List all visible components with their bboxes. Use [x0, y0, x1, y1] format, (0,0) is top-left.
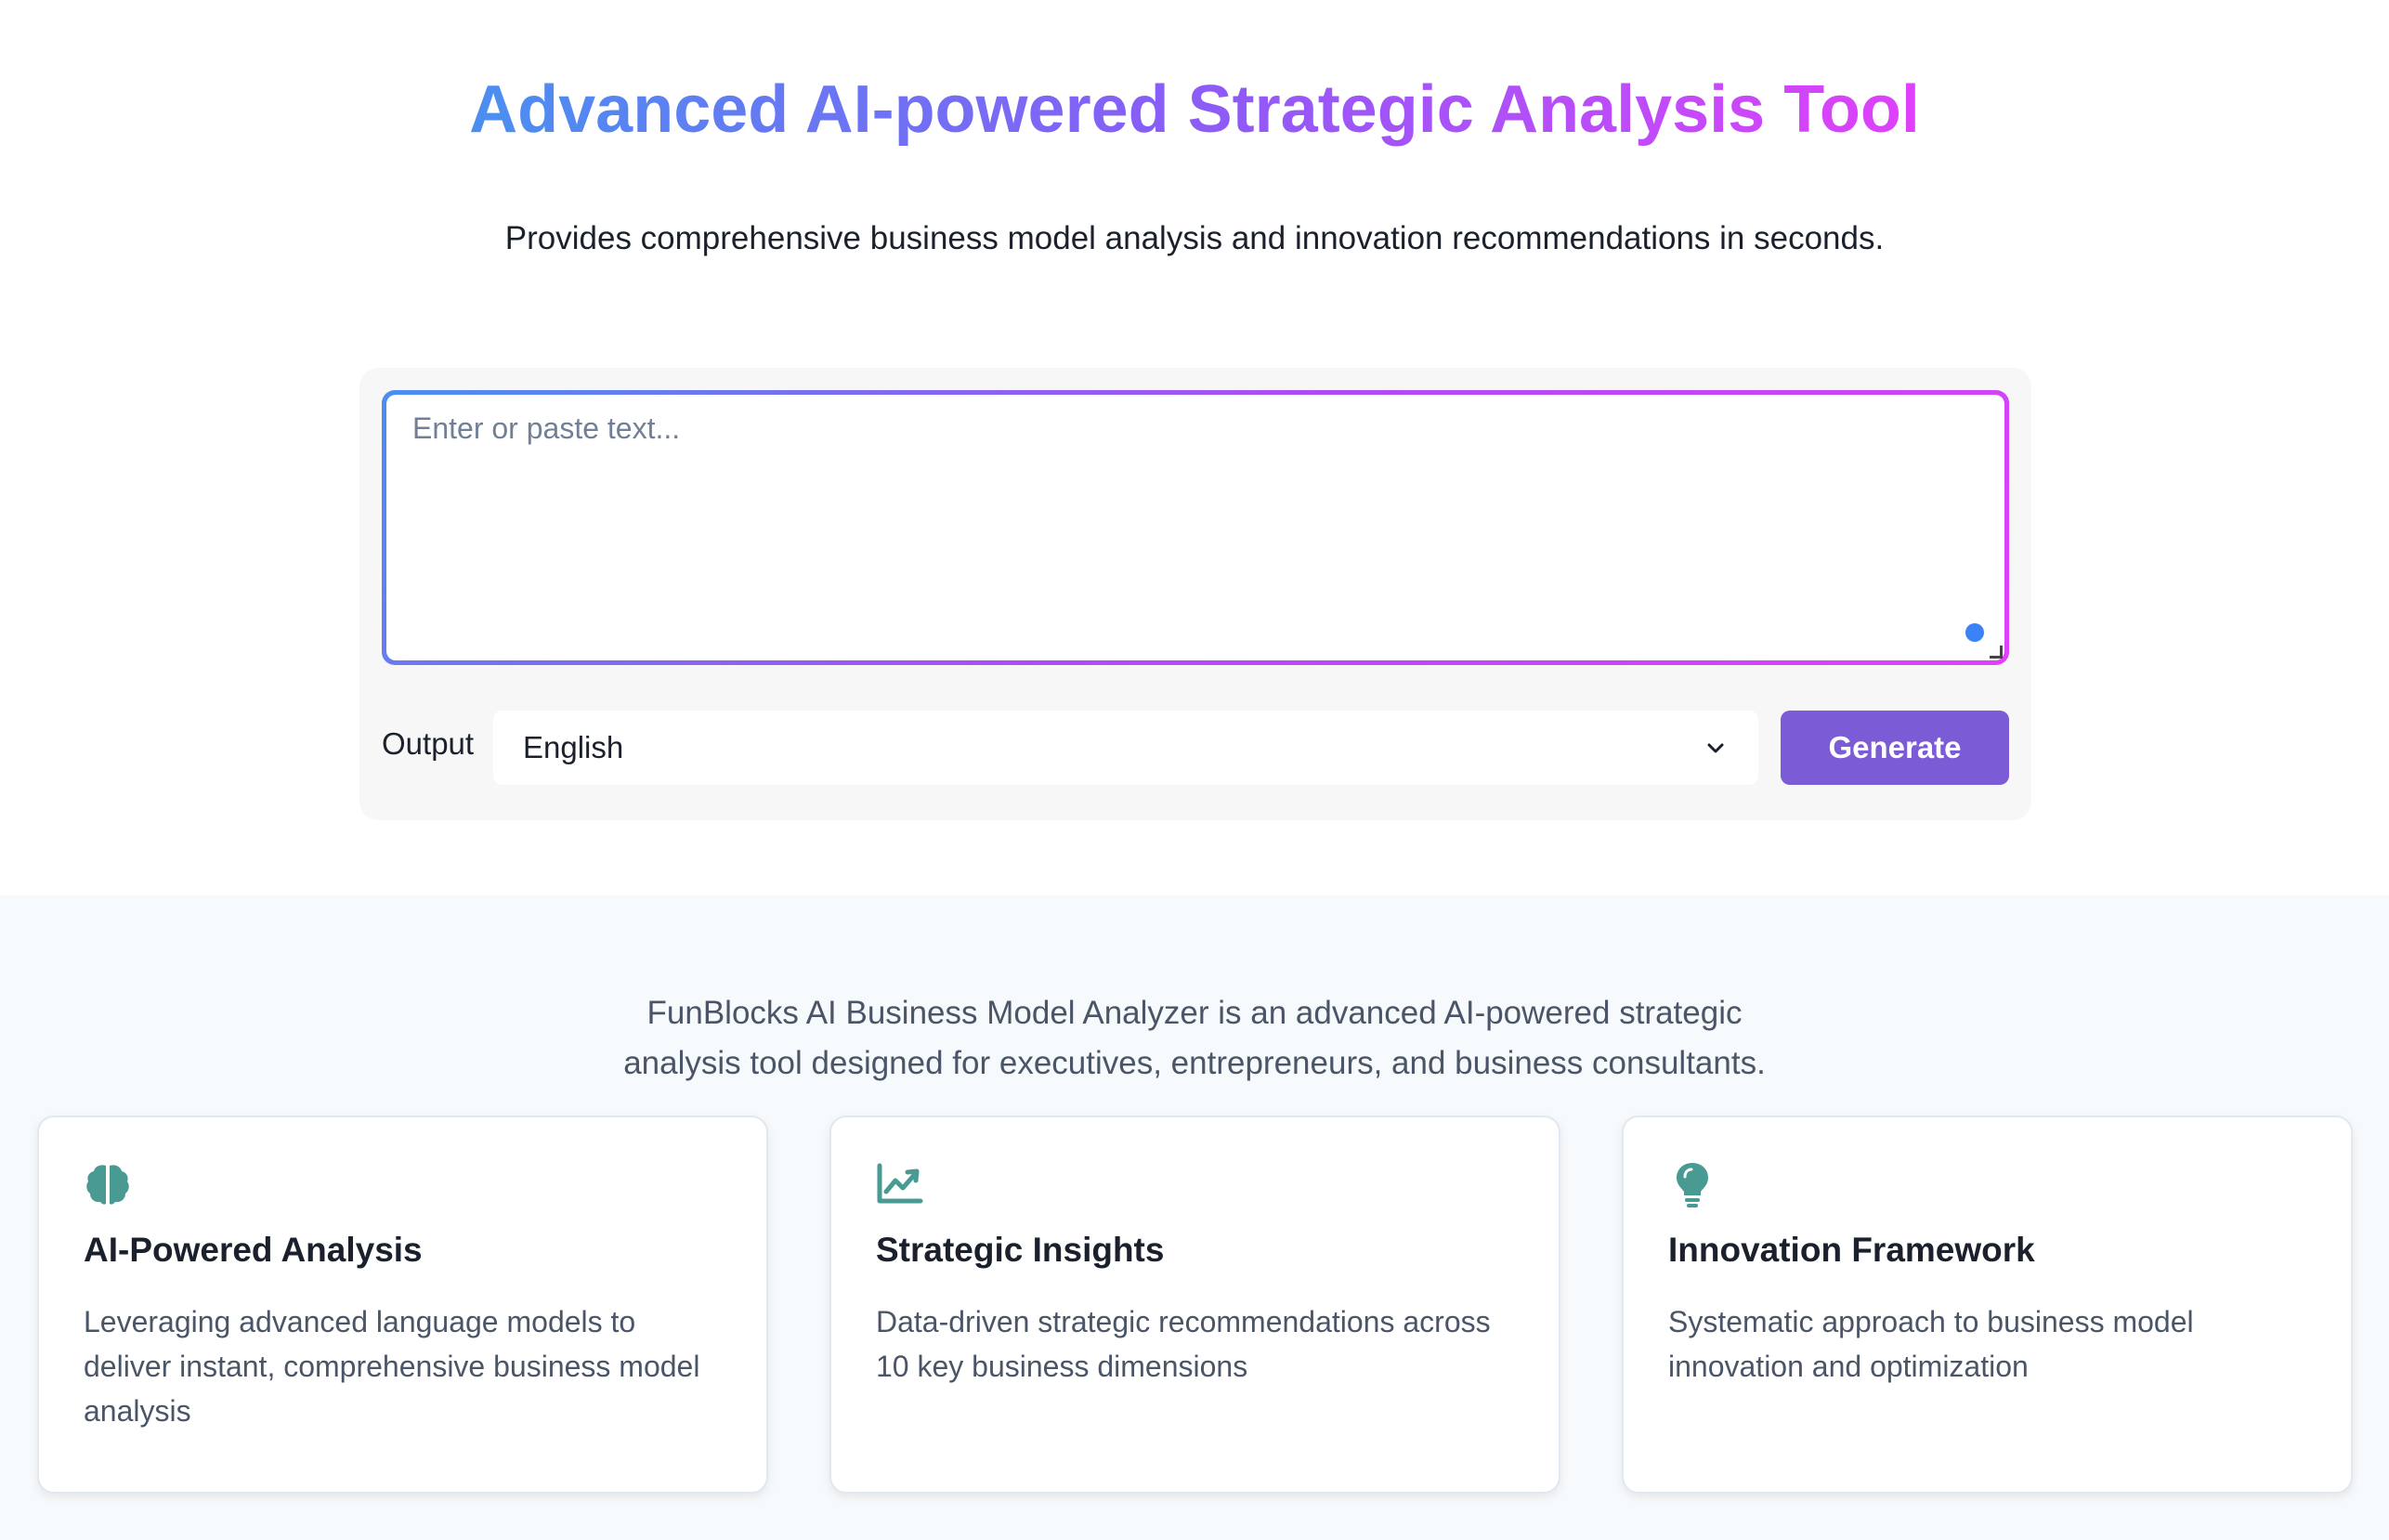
- features-section: FunBlocks AI Business Model Analyzer is …: [0, 895, 2389, 1540]
- output-label: Output: [382, 726, 475, 761]
- status-dot[interactable]: [1965, 623, 1984, 642]
- features-intro: FunBlocks AI Business Model Analyzer is …: [623, 995, 1766, 1081]
- feature-card-innovation-framework: Innovation Framework Systematic approach…: [1622, 1116, 2353, 1494]
- chevron-down-icon: [1703, 735, 1729, 761]
- output-language-value: English: [523, 730, 624, 764]
- page-subtitle: Provides comprehensive business model an…: [504, 220, 1885, 256]
- text-input[interactable]: [386, 395, 2004, 660]
- feature-description: Data-driven strategic recommendations ac…: [876, 1305, 1491, 1383]
- feature-title: Strategic Insights: [876, 1231, 1165, 1269]
- input-panel: Output English Generate: [359, 368, 2031, 820]
- text-input-frame: [382, 390, 2009, 665]
- chart-line-icon: [876, 1160, 924, 1208]
- page-title: Advanced AI-powered Strategic Analysis T…: [469, 72, 1920, 147]
- feature-card-strategic-insights: Strategic Insights Data-driven strategic…: [829, 1116, 1560, 1494]
- feature-card-ai-analysis: AI-Powered Analysis Leveraging advanced …: [37, 1116, 768, 1494]
- feature-description: Leveraging advanced language models to d…: [84, 1305, 700, 1428]
- resize-handle[interactable]: [1990, 646, 2003, 659]
- brain-icon: [84, 1160, 132, 1208]
- lightbulb-icon: [1668, 1160, 1717, 1208]
- feature-title: AI-Powered Analysis: [84, 1231, 423, 1269]
- feature-description: Systematic approach to business model in…: [1668, 1305, 2194, 1383]
- generate-button[interactable]: Generate: [1781, 711, 2009, 785]
- feature-title: Innovation Framework: [1668, 1231, 2035, 1269]
- output-language-select[interactable]: English: [493, 711, 1758, 785]
- hero-section: Advanced AI-powered Strategic Analysis T…: [0, 0, 2389, 895]
